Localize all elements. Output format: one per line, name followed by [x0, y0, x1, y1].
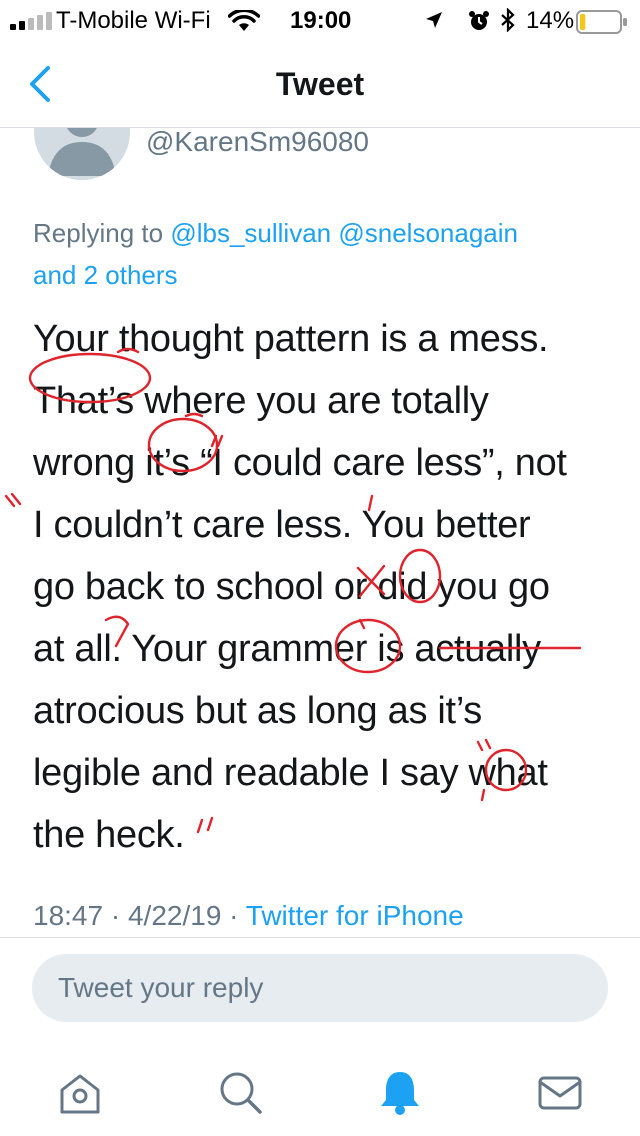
reply-handle-link[interactable]: @snelsonagain [338, 218, 518, 248]
nav-bar: Tweet [0, 40, 640, 128]
reply-placeholder: Tweet your reply [58, 972, 264, 1003]
page-title: Tweet [275, 66, 365, 102]
tweet-source-link[interactable]: Twitter for iPhone [246, 900, 464, 931]
author-handle[interactable]: @KarenSm96080 [146, 126, 369, 158]
notifications-icon [381, 1072, 419, 1115]
tweet-screen: @KarenSm96080 T-Mobile Wi-Fi 19:00 14% T… [0, 0, 640, 1136]
status-bar: T-Mobile Wi-Fi 19:00 14% [0, 0, 640, 40]
bluetooth-icon [501, 8, 515, 32]
tweet-line: legible and readable I say what [33, 752, 548, 794]
tweet-meta: 18:47 · 4/22/19 · Twitter for iPhone [33, 900, 464, 932]
search-icon [220, 1072, 262, 1114]
tweet-line: at all. Your grammer is actually [33, 628, 541, 670]
reply-others-link[interactable]: and 2 others [33, 260, 178, 290]
battery-percent: 14% [526, 7, 575, 34]
tweet-line: That’s where you are totally [33, 380, 489, 422]
tab-search[interactable] [214, 1066, 266, 1118]
messages-icon [538, 1076, 582, 1110]
tweet-line: I couldn’t care less. You better [33, 504, 531, 546]
tab-bar [0, 1040, 640, 1136]
tab-messages[interactable] [534, 1066, 586, 1118]
battery-icon [576, 10, 627, 34]
tab-home[interactable] [54, 1066, 106, 1118]
meta-separator: · [103, 900, 128, 931]
wifi-icon [228, 10, 260, 31]
meta-separator: · [221, 900, 246, 931]
tab-notifications[interactable] [374, 1066, 426, 1118]
replying-to: Replying to @lbs_sullivan @snelsonagain … [33, 212, 613, 296]
meta-divider [0, 937, 640, 938]
tweet-body: Your thought pattern is a mess. That’s w… [33, 308, 613, 866]
tweet-line: wrong it’s “I could care less”, not [33, 442, 567, 484]
tweet-line: go back to school or did you go [33, 566, 550, 608]
tweet-date: 4/22/19 [127, 900, 222, 931]
tweet-line: the heck. [33, 814, 185, 856]
location-icon [426, 12, 442, 28]
reply-handle-link[interactable]: @lbs_sullivan [170, 218, 331, 248]
home-icon [60, 1074, 100, 1114]
replying-prefix: Replying to [33, 218, 171, 248]
signal-icon [10, 12, 52, 30]
clock: 19:00 [290, 7, 352, 34]
tweet-line: Your thought pattern is a mess. [33, 318, 549, 360]
nav-divider [0, 127, 640, 128]
carrier-label: T-Mobile Wi-Fi [56, 7, 211, 34]
reply-input[interactable]: Tweet your reply [32, 954, 608, 1022]
alarm-icon [469, 11, 489, 30]
tweet-line: atrocious but as long as it’s [33, 690, 482, 732]
tweet-time: 18:47 [33, 900, 104, 931]
